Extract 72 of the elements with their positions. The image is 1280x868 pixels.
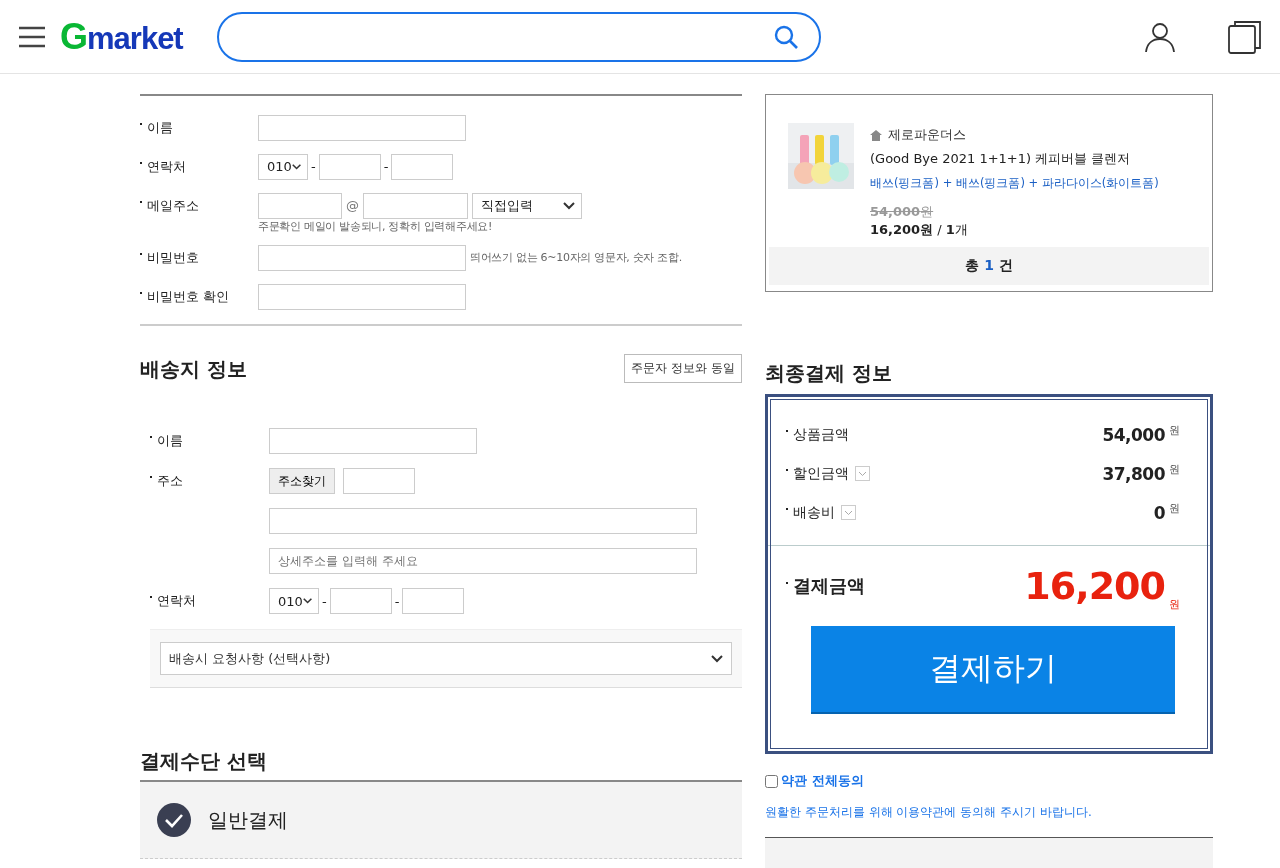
text-field[interactable] xyxy=(269,508,697,534)
text-field[interactable] xyxy=(363,192,468,219)
field-label: 연락처 xyxy=(147,158,186,174)
field-label: 메일주소 xyxy=(147,197,199,213)
menu-icon[interactable] xyxy=(18,25,46,48)
field-hint: 띄어쓰기 없는 6~10자의 영문자, 숫자 조합. xyxy=(470,250,682,265)
payment-option[interactable]: 일반결제 xyxy=(140,782,742,859)
checkbox[interactable] xyxy=(765,774,778,788)
text-field[interactable] xyxy=(258,283,466,310)
field-label: 주소 xyxy=(157,473,183,488)
search-icon[interactable] xyxy=(772,23,799,50)
text-field[interactable] xyxy=(258,114,466,141)
field-label: 이름 xyxy=(157,433,183,448)
chevron-down-icon xyxy=(563,201,575,210)
text-field[interactable] xyxy=(318,153,381,180)
field-label: 이름 xyxy=(147,119,173,135)
dash: - xyxy=(322,593,327,609)
pay-button[interactable]: 결제하기 xyxy=(811,626,1175,714)
expand-icon[interactable] xyxy=(855,466,870,481)
total-label: 결제금액 xyxy=(793,575,865,596)
dash: - xyxy=(383,159,389,174)
gmarket-logo[interactable]: Gmarket xyxy=(60,15,183,58)
agree-all-label[interactable]: 약관 전체동의 xyxy=(781,772,864,790)
delivery-request-select[interactable]: 배송시 요청사항 (선택사항) xyxy=(160,642,732,675)
area-code-select[interactable]: 010 xyxy=(269,588,319,614)
text-field[interactable] xyxy=(329,588,392,614)
currency-unit: 원 xyxy=(1169,597,1180,612)
dash: - xyxy=(311,159,316,174)
text-field[interactable] xyxy=(391,153,454,180)
amount-value: 0 xyxy=(1153,502,1165,523)
field-label: 연락처 xyxy=(157,593,196,608)
area-code-select[interactable]: 010 xyxy=(258,153,308,180)
find-address-button[interactable]: 주소찾기 xyxy=(269,468,335,494)
product-option: 배쓰(핑크폼) + 배쓰(핑크폼) + 파라다이스(화이트폼) xyxy=(870,171,1159,195)
text-field[interactable] xyxy=(258,192,342,219)
price-quantity: 16,200원 / 1개 xyxy=(870,221,969,239)
at-sign: @ xyxy=(346,198,359,213)
domain-select[interactable]: 직접입력 xyxy=(472,192,582,219)
chevron-down-icon xyxy=(291,162,301,171)
text-field[interactable] xyxy=(269,428,477,454)
search-field[interactable] xyxy=(216,11,821,62)
payment-option-label: 일반결제 xyxy=(208,806,288,834)
currency-unit: 원 xyxy=(1169,501,1180,516)
home-icon xyxy=(870,129,882,141)
amount-value: 37,800 xyxy=(1102,463,1165,484)
section-title: 최종결제 정보 xyxy=(765,360,893,386)
amount-label: 배송비 xyxy=(793,503,835,520)
text-field[interactable] xyxy=(343,468,415,494)
field-label: 비밀번호 xyxy=(147,249,199,265)
chevron-down-icon xyxy=(302,597,312,605)
product-name: (Good Bye 2021 1+1+1) 케피버블 클렌저 xyxy=(870,150,1132,168)
text-field[interactable] xyxy=(402,588,465,614)
total-count: 총 1 건 xyxy=(769,247,1209,285)
same-as-orderer-button[interactable]: 주문자 정보와 동일 xyxy=(624,354,742,383)
text-field[interactable]: 상세주소를 입력해 주세요 xyxy=(269,548,697,574)
original-price: 54,000원 xyxy=(870,203,935,221)
chevron-down-icon xyxy=(711,654,723,663)
amount-label: 상품금액 xyxy=(793,425,849,442)
user-icon[interactable] xyxy=(1144,20,1176,53)
dash: - xyxy=(394,593,400,609)
amount-value: 54,000 xyxy=(1102,424,1165,445)
seller-name: 제로파운더스 xyxy=(888,126,966,144)
total-amount: 16,200 xyxy=(1024,564,1165,608)
currency-unit: 원 xyxy=(1169,462,1180,477)
section-title: 배송지 정보 xyxy=(140,355,247,382)
currency-unit: 원 xyxy=(1169,423,1180,438)
text-field[interactable] xyxy=(258,244,466,271)
field-label: 비밀번호 확인 xyxy=(147,288,230,304)
windows-icon[interactable] xyxy=(1228,19,1262,54)
email-note: 주문확인 메일이 발송되니, 정확히 입력해주세요! xyxy=(258,219,494,234)
amount-label: 할인금액 xyxy=(793,464,849,481)
expand-icon[interactable] xyxy=(841,505,856,520)
